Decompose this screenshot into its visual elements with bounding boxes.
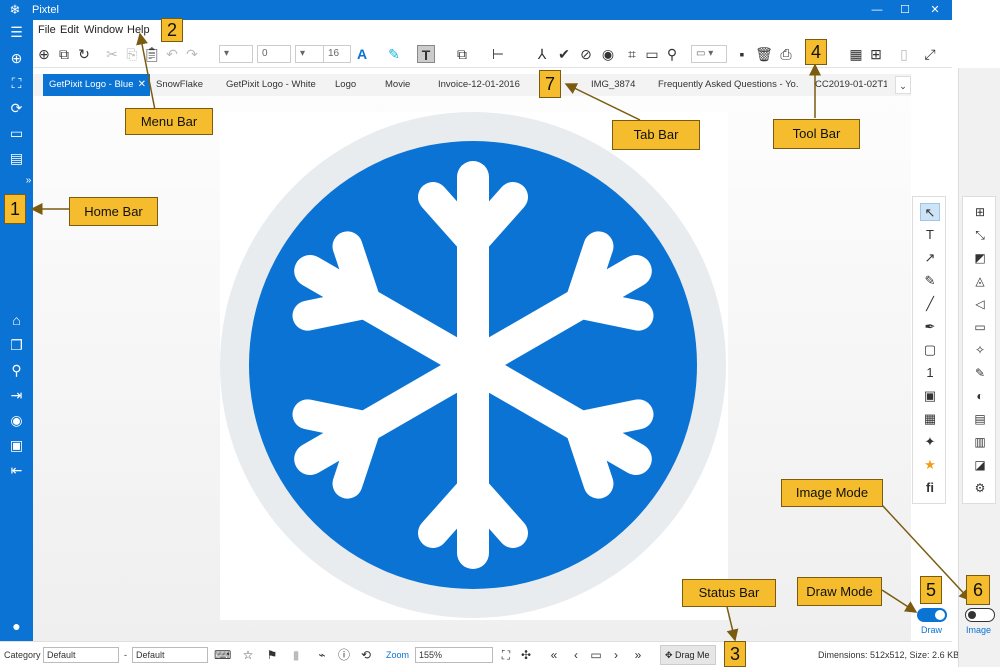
callout-draw-mode-label: Draw Mode [797, 577, 882, 606]
callout-draw-mode-number: 5 [920, 576, 942, 604]
callout-image-mode-number: 6 [966, 575, 990, 605]
callout-tab-bar-label: Tab Bar [612, 120, 700, 150]
callout-menu-bar-number: 2 [161, 18, 183, 42]
arrow-menu-bar [136, 32, 156, 111]
callout-home-bar-label: Home Bar [69, 197, 158, 226]
arrow-status-bar [726, 606, 739, 642]
callout-status-bar-number: 3 [724, 641, 746, 667]
callout-tool-bar-label: Tool Bar [773, 119, 860, 149]
callout-status-bar-label: Status Bar [682, 579, 776, 607]
arrow-draw-mode [881, 589, 918, 613]
callout-home-bar-number: 1 [4, 194, 26, 224]
arrow-tab-bar [564, 83, 641, 121]
callout-image-mode-label: Image Mode [781, 479, 883, 507]
callout-menu-bar-label: Menu Bar [125, 108, 213, 135]
annotation-arrows [30, 32, 972, 642]
callout-tool-bar-number: 4 [805, 39, 827, 65]
callout-tab-bar-number: 7 [539, 70, 561, 98]
